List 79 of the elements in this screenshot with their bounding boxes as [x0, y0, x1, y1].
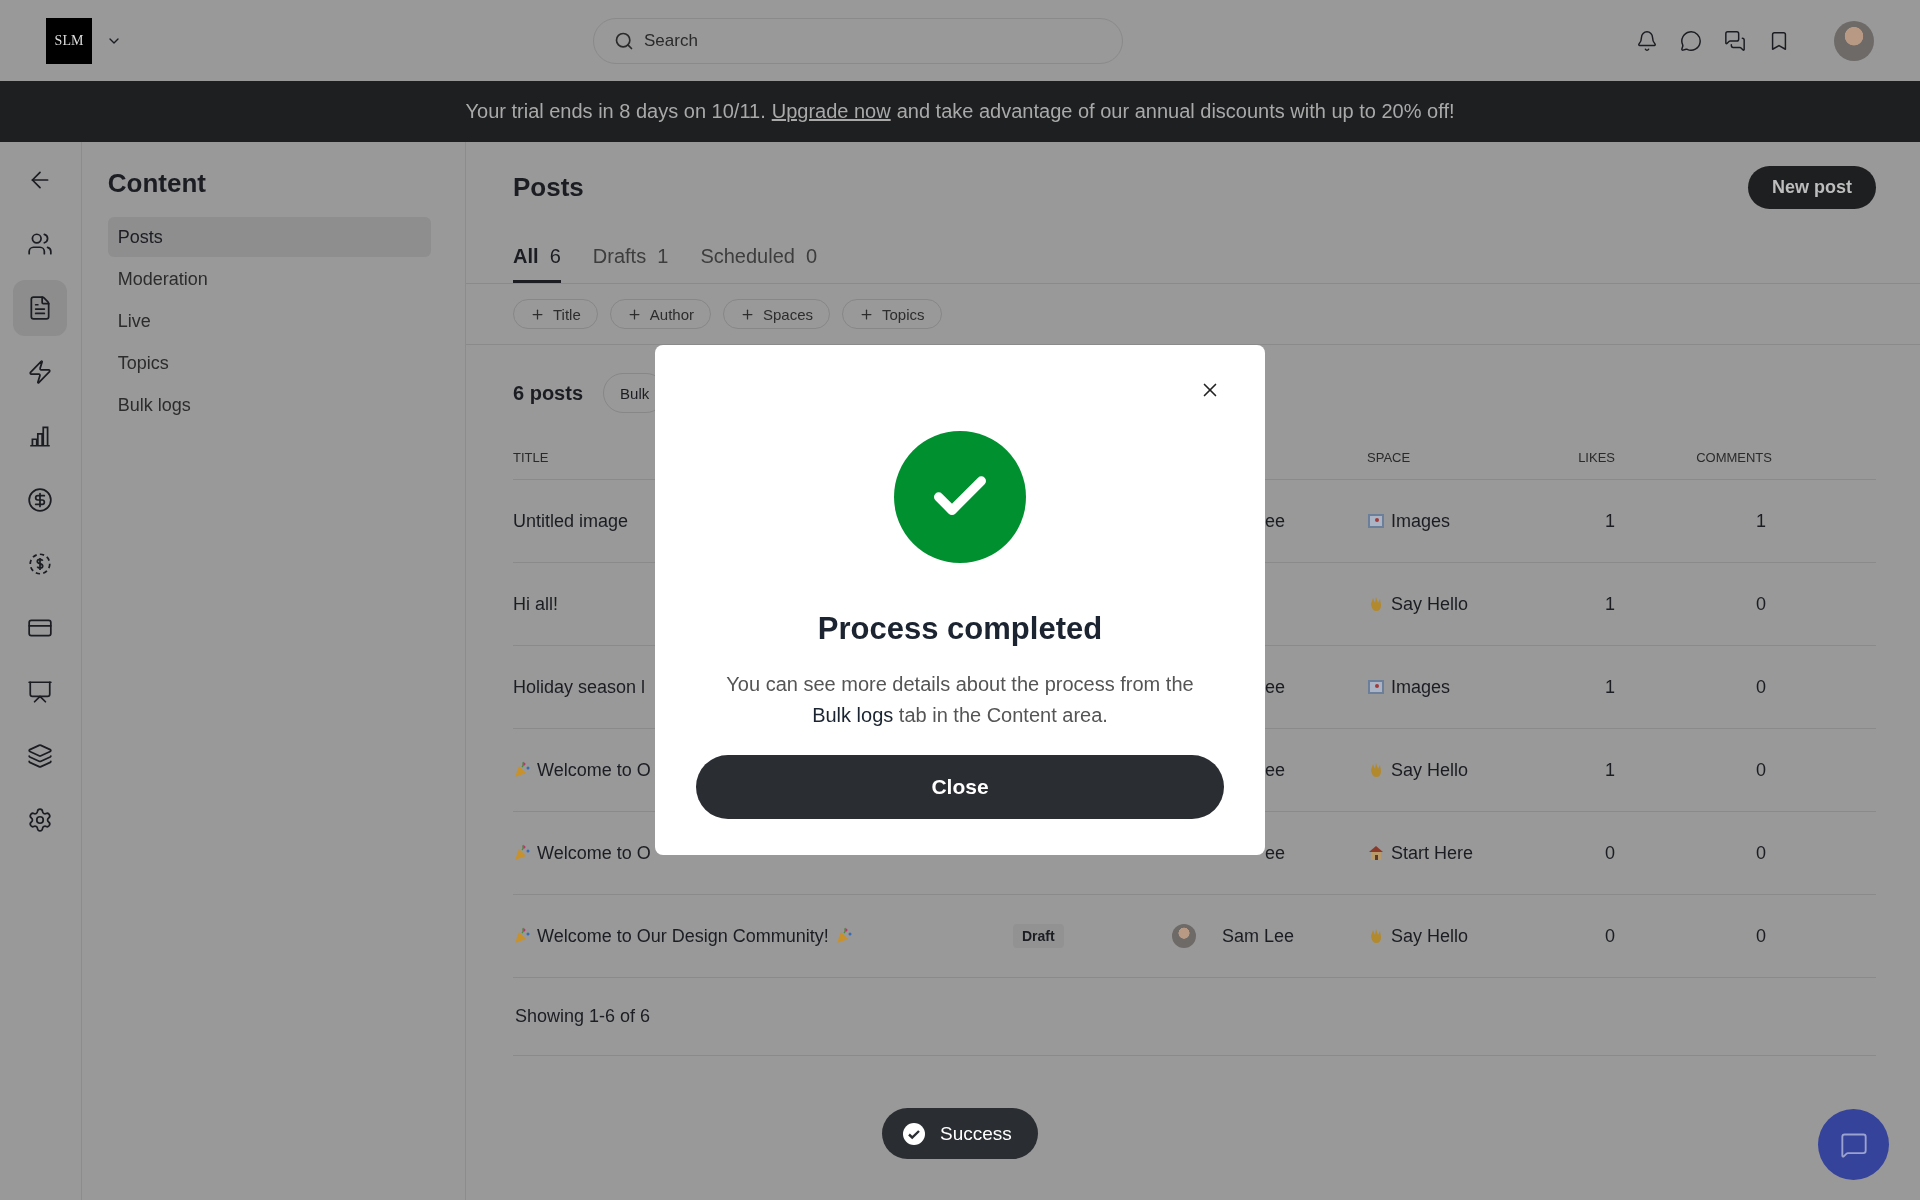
- comments-cell-text: 0: [1755, 842, 1767, 864]
- monitor-icon: [27, 679, 54, 705]
- lightning-icon: [27, 359, 54, 385]
- comments-cell-text: 1: [1755, 510, 1767, 532]
- space-name: Images: [1391, 510, 1451, 532]
- likes-cell-text: 0: [1604, 842, 1615, 864]
- post-title[interactable]: Hi all!: [513, 593, 558, 615]
- tab[interactable]: Scheduled 0: [700, 245, 818, 283]
- search-icon: [614, 30, 634, 51]
- dialog-title: Process completed: [817, 611, 1103, 647]
- dollar-badge-icon: [27, 551, 54, 577]
- column-header: TITLE: [513, 449, 550, 465]
- likes-cell-text: 0: [1604, 925, 1615, 947]
- check-circle-icon: [902, 1121, 926, 1146]
- banner-text: and take advantage of our annual discounts with up to 20% off!: [896, 100, 1455, 123]
- comments-cell-text: 0: [1755, 676, 1767, 698]
- post-title[interactable]: Welcome to O: [537, 759, 651, 781]
- author-name: ee: [1265, 842, 1286, 864]
- banner-text: Your trial ends in 8 days on 10/11.: [465, 100, 766, 123]
- plus-icon: [740, 306, 755, 322]
- layers-icon: [27, 743, 54, 769]
- plus-icon: [530, 306, 545, 322]
- settings-icon: [27, 807, 54, 833]
- sidebar-item[interactable]: Moderation: [107, 259, 431, 299]
- party-popper-icon: [513, 927, 531, 945]
- column-header: COMMENTS: [1695, 449, 1772, 465]
- post-count: 6 posts: [513, 381, 584, 405]
- dialog-message: You can see more details about the process from the Bulk logs tab in the Content area.: [725, 672, 1195, 728]
- party-popper-icon: [834, 927, 853, 945]
- framed-picture-icon: [1367, 679, 1385, 695]
- plus-icon: [626, 306, 642, 322]
- messages-icon[interactable]: [1724, 29, 1746, 52]
- status-badge: Draft: [1013, 924, 1064, 948]
- plus-icon: [859, 306, 875, 322]
- framed-picture-icon: [1367, 513, 1385, 529]
- close-dialog-button[interactable]: Close: [696, 755, 1224, 819]
- party-popper-icon: [513, 844, 531, 862]
- sidebar-item[interactable]: Live: [107, 301, 431, 341]
- likes-cell-text: 1: [1604, 676, 1615, 698]
- users-icon: [27, 231, 54, 257]
- section-title: Content: [107, 168, 207, 199]
- likes-cell-text: 1: [1604, 593, 1615, 615]
- post-title[interactable]: Welcome to Our Design Community!: [537, 925, 829, 947]
- sidebar-item[interactable]: Bulk logs: [107, 385, 431, 425]
- sidebar-item[interactable]: Posts: [107, 217, 431, 257]
- post-title[interactable]: Holiday season l: [513, 676, 646, 698]
- author-avatar: [1172, 924, 1196, 948]
- column-header: LIKES: [1577, 449, 1615, 465]
- sidebar-item[interactable]: Topics: [107, 343, 431, 383]
- column-header: SPACE: [1367, 449, 1412, 465]
- author-name: ee: [1265, 676, 1286, 698]
- author-name: ee: [1265, 510, 1286, 532]
- post-title[interactable]: Untitled image: [513, 510, 629, 532]
- space-name: Say Hello: [1391, 593, 1469, 615]
- upgrade-link[interactable]: Upgrade now: [771, 100, 891, 123]
- tab[interactable]: Drafts 1: [592, 245, 669, 283]
- dollar-icon: [27, 487, 54, 513]
- chat-bubble-icon[interactable]: [1680, 29, 1702, 52]
- space-name: Images: [1391, 676, 1451, 698]
- page-title: Posts: [513, 172, 584, 203]
- comments-cell-text: 0: [1755, 925, 1767, 947]
- post-title[interactable]: Welcome to O: [537, 842, 651, 864]
- toast-text: Success: [940, 1122, 1012, 1145]
- likes-cell-text: 1: [1604, 759, 1615, 781]
- comments-cell-text: 0: [1755, 593, 1767, 615]
- bell-icon[interactable]: [1636, 29, 1658, 52]
- house-icon: [1367, 844, 1385, 862]
- comments-cell-text: 0: [1755, 759, 1767, 781]
- tab[interactable]: All 6: [513, 245, 561, 283]
- space-name: Say Hello: [1391, 759, 1469, 781]
- likes-cell-text: 1: [1604, 510, 1615, 532]
- author-name: ee: [1265, 759, 1286, 781]
- space-name: Say Hello: [1391, 925, 1469, 947]
- logo[interactable]: SLM: [46, 17, 92, 64]
- party-popper-icon: [513, 761, 531, 779]
- space-name: Start Here: [1391, 842, 1474, 864]
- author-name: Sam Lee: [1222, 925, 1295, 947]
- new-post-button[interactable]: New post: [1748, 166, 1876, 209]
- pagination-text: Showing 1-6 of 6: [513, 978, 1876, 1056]
